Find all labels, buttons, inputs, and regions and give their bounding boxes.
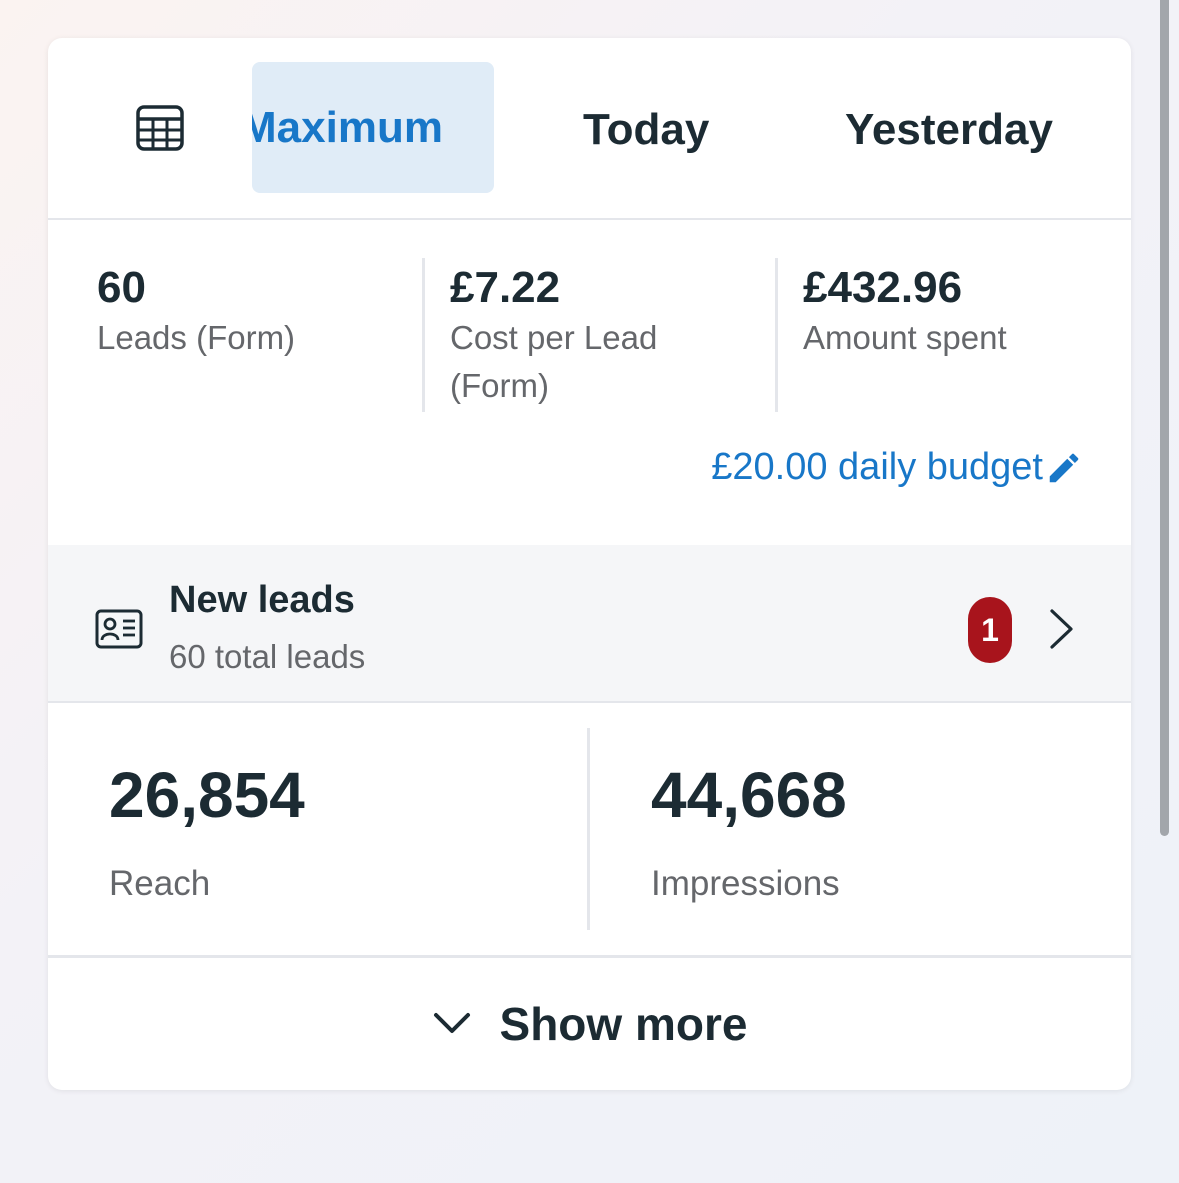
impressions-label: Impressions — [651, 864, 840, 903]
chevron-down-icon — [433, 1013, 470, 1033]
tab-yesterday[interactable]: Yesterday — [845, 105, 1053, 155]
tab-maximum[interactable]: Maximum — [252, 62, 494, 193]
new-leads-row[interactable]: New leads 60 total leads 1 — [48, 545, 1131, 703]
metric-value: £432.96 — [803, 263, 963, 312]
calendar-icon[interactable] — [136, 104, 184, 152]
date-range-tabs: Maximum Today Yesterday — [48, 38, 1131, 220]
metric-value: £7.22 — [450, 263, 561, 312]
contact-card-icon — [95, 609, 143, 649]
notification-badge: 1 — [968, 597, 1012, 663]
scrollbar[interactable] — [1160, 0, 1169, 836]
tab-maximum-label: Maximum — [252, 103, 443, 152]
metric-cost-per-lead: £7.22 Cost per Lead (Form) — [450, 258, 750, 410]
metric-label: Leads (Form) — [97, 319, 296, 356]
metric-leads: 60 Leads (Form) — [97, 258, 397, 362]
divider — [775, 258, 778, 412]
impressions-value: 44,668 — [651, 759, 847, 831]
new-leads-title: New leads — [169, 579, 355, 621]
metric-amount-spent: £432.96 Amount spent — [803, 258, 1103, 362]
reach-label: Reach — [109, 864, 211, 903]
reach-value: 26,854 — [109, 759, 305, 831]
metric-value: 60 — [97, 263, 146, 312]
divider — [422, 258, 425, 412]
daily-budget-link[interactable]: £20.00 daily budget — [711, 446, 1083, 489]
metric-label: Amount spent — [803, 319, 1007, 356]
daily-budget-label: £20.00 daily budget — [711, 446, 1043, 488]
show-more-label: Show more — [499, 998, 748, 1050]
chevron-right-icon — [1050, 609, 1073, 649]
divider — [587, 728, 590, 930]
ad-summary-card: Maximum Today Yesterday 60 Leads (Form) … — [48, 38, 1131, 1090]
metric-label: Cost per Lead (Form) — [450, 319, 658, 404]
tab-today[interactable]: Today — [583, 105, 709, 155]
pencil-icon — [1049, 453, 1079, 482]
show-more-button[interactable]: Show more — [48, 958, 1131, 1090]
new-leads-subtitle: 60 total leads — [169, 638, 366, 675]
